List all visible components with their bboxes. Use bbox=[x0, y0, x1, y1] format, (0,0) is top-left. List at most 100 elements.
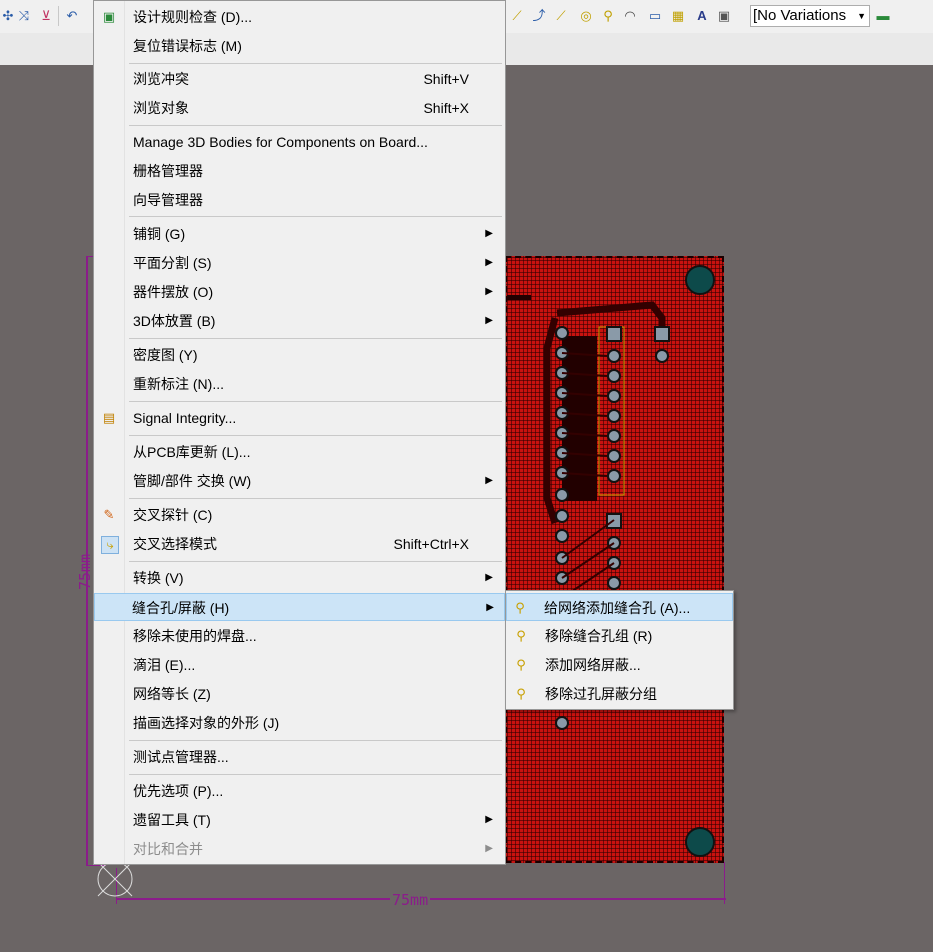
menu-item-equalize-net-lengths[interactable]: 网络等长 (Z) bbox=[96, 680, 503, 708]
undo-icon[interactable]: ↶ bbox=[64, 8, 80, 24]
menu-item-manage-3d-bodies[interactable]: Manage 3D Bodies for Components on Board… bbox=[96, 128, 503, 156]
menu-item-label: 遗留工具 (T) bbox=[133, 812, 211, 828]
fill-icon[interactable]: ▭ bbox=[647, 8, 663, 24]
submenu-arrow-icon: ▶ bbox=[485, 475, 493, 486]
menu-item-reset-error-markers[interactable]: 复位错误标志 (M) bbox=[96, 32, 503, 60]
menu-item-label: 栅格管理器 bbox=[133, 163, 203, 179]
menu-item-component-placement[interactable]: 器件摆放 (O) ▶ bbox=[96, 278, 503, 306]
menu-item-shortcut: Shift+Ctrl+X bbox=[393, 536, 469, 552]
pcb-board[interactable] bbox=[505, 256, 724, 863]
menu-item-label: 3D体放置 (B) bbox=[133, 313, 216, 329]
variations-dropdown[interactable]: [No Variations ▼ bbox=[750, 5, 870, 27]
submenu-item-add-stitching-to-net[interactable]: ⚲ 给网络添加缝合孔 (A)... bbox=[506, 593, 733, 621]
menu-item-label: 给网络添加缝合孔 (A)... bbox=[544, 600, 691, 616]
pad-icon[interactable]: ◎ bbox=[578, 8, 594, 24]
menu-item-label: 浏览冲突 bbox=[133, 71, 189, 87]
menu-item-outline-selected-objects[interactable]: 描画选择对象的外形 (J) bbox=[96, 709, 503, 737]
via-icon[interactable]: ⚲ bbox=[600, 8, 616, 24]
menu-item-via-stitching-shielding[interactable]: 缝合孔/屏蔽 (H) ▶ bbox=[94, 593, 505, 621]
menu-separator bbox=[129, 338, 502, 339]
menu-item-pin-part-swapping[interactable]: 管脚/部件 交换 (W) ▶ bbox=[96, 467, 503, 495]
menu-item-label: 重新标注 (N)... bbox=[133, 376, 224, 392]
menu-item-density-map[interactable]: 密度图 (Y) bbox=[96, 341, 503, 369]
menu-separator bbox=[129, 216, 502, 217]
menu-separator bbox=[129, 498, 502, 499]
menu-item-split-planes[interactable]: 平面分割 (S) ▶ bbox=[96, 249, 503, 277]
menu-item-label: Signal Integrity... bbox=[133, 410, 237, 426]
menu-item-guide-manager[interactable]: 向导管理器 bbox=[96, 186, 503, 214]
signal-integrity-icon: ▤ bbox=[102, 410, 116, 425]
menu-item-grid-manager[interactable]: 栅格管理器 bbox=[96, 157, 503, 185]
deselect-icon[interactable]: ⤨ bbox=[16, 8, 32, 24]
menu-item-legacy-tools[interactable]: 遗留工具 (T) ▶ bbox=[96, 806, 503, 834]
menu-separator bbox=[129, 125, 502, 126]
menu-separator bbox=[129, 63, 502, 64]
polygon-icon[interactable]: ▦ bbox=[670, 8, 686, 24]
menu-separator bbox=[129, 561, 502, 562]
via-stitching-submenu: ⚲ 给网络添加缝合孔 (A)... ⚲ 移除缝合孔组 (R) ⚲ 添加网络屏蔽.… bbox=[505, 590, 734, 710]
via-pin-icon: ⚲ bbox=[516, 686, 526, 701]
menu-item-label: 优先选项 (P)... bbox=[133, 783, 224, 799]
menu-item-label: 对比和合并 bbox=[133, 841, 203, 857]
menu-item-remove-unused-pads[interactable]: 移除未使用的焊盘... bbox=[96, 622, 503, 650]
menu-item-preferences[interactable]: 优先选项 (P)... bbox=[96, 777, 503, 805]
clear-filter-icon[interactable]: ⊻ bbox=[38, 8, 54, 24]
menu-item-label: Manage 3D Bodies for Components on Board… bbox=[133, 134, 428, 150]
menu-item-label: 移除过孔屏蔽分组 bbox=[545, 686, 657, 702]
menu-item-label: 描画选择对象的外形 (J) bbox=[133, 715, 280, 731]
via-pin-icon: ⚲ bbox=[516, 628, 526, 643]
submenu-arrow-icon: ▶ bbox=[485, 286, 493, 297]
dimension-vertical-label: 75mm bbox=[76, 553, 94, 590]
menu-item-update-from-pcb-library[interactable]: 从PCB库更新 (L)... bbox=[96, 438, 503, 466]
menu-item-testpoint-manager[interactable]: 测试点管理器... bbox=[96, 743, 503, 771]
menu-item-label: 器件摆放 (O) bbox=[133, 284, 214, 300]
submenu-item-remove-via-shielding-group[interactable]: ⚲ 移除过孔屏蔽分组 bbox=[508, 680, 731, 708]
submenu-arrow-icon: ▶ bbox=[485, 814, 493, 825]
chevron-down-icon: ▼ bbox=[857, 11, 866, 21]
menu-item-cross-probe[interactable]: ✎ 交叉探针 (C) bbox=[96, 501, 503, 529]
dimension-horizontal-label: 75mm bbox=[390, 891, 431, 909]
tools-menu: ▣ 设计规则检查 (D)... 复位错误标志 (M) 浏览冲突 Shift+V … bbox=[93, 0, 506, 865]
submenu-arrow-icon: ▶ bbox=[485, 257, 493, 268]
route-icon[interactable]: ⟋ bbox=[509, 8, 525, 24]
menu-item-label: 管脚/部件 交换 (W) bbox=[133, 473, 252, 489]
menu-item-convert[interactable]: 转换 (V) ▶ bbox=[96, 564, 503, 592]
submenu-item-add-net-shielding[interactable]: ⚲ 添加网络屏蔽... bbox=[508, 651, 731, 679]
menu-item-label: 转换 (V) bbox=[133, 570, 184, 586]
variations-label: [No Variations bbox=[753, 7, 847, 24]
cross-select-icon: ⤷ bbox=[101, 536, 119, 554]
menu-item-drc[interactable]: ▣ 设计规则检查 (D)... bbox=[96, 3, 503, 31]
menu-item-label: 滴泪 (E)... bbox=[133, 657, 196, 673]
menu-item-label: 网络等长 (Z) bbox=[133, 686, 211, 702]
menu-item-re-annotate[interactable]: 重新标注 (N)... bbox=[96, 370, 503, 398]
menu-item-browse-objects[interactable]: 浏览对象 Shift+X bbox=[96, 94, 503, 122]
menu-item-browse-violations[interactable]: 浏览冲突 Shift+V bbox=[96, 65, 503, 93]
cross-probe-icon: ✎ bbox=[103, 507, 115, 522]
submenu-item-remove-stitching-group[interactable]: ⚲ 移除缝合孔组 (R) bbox=[508, 622, 731, 650]
submenu-arrow-icon: ▶ bbox=[485, 843, 493, 854]
pcb-artwork bbox=[507, 265, 715, 857]
menu-item-polygon-pours[interactable]: 铺铜 (G) ▶ bbox=[96, 220, 503, 248]
menu-item-3d-body-placement[interactable]: 3D体放置 (B) ▶ bbox=[96, 307, 503, 335]
menu-separator bbox=[129, 401, 502, 402]
cross-arrows-icon[interactable]: ✣ bbox=[0, 8, 16, 24]
submenu-arrow-icon: ▶ bbox=[485, 315, 493, 326]
dimension-extension-right bbox=[724, 862, 725, 904]
via-pin-icon: ⚲ bbox=[515, 600, 525, 615]
component-icon[interactable]: ▣ bbox=[716, 8, 732, 24]
menu-item-cross-select-mode[interactable]: ⤷ 交叉选择模式 Shift+Ctrl+X bbox=[96, 530, 503, 558]
menu-item-teardrops[interactable]: 滴泪 (E)... bbox=[96, 651, 503, 679]
diff-pair-icon[interactable]: ⤴ bbox=[531, 8, 547, 24]
interactive-route-icon[interactable]: ⟋ bbox=[553, 8, 569, 24]
menu-item-signal-integrity[interactable]: ▤ Signal Integrity... bbox=[96, 404, 503, 432]
menu-item-label: 设计规则检查 (D)... bbox=[133, 9, 252, 25]
menu-item-label: 交叉选择模式 bbox=[133, 536, 217, 552]
arc-icon[interactable]: ◠ bbox=[622, 8, 638, 24]
menu-item-compare-and-merge[interactable]: 对比和合并 ▶ bbox=[96, 835, 503, 863]
string-icon[interactable]: A bbox=[694, 8, 710, 24]
board-icon[interactable]: ▬ bbox=[875, 8, 891, 24]
menu-item-label: 缝合孔/屏蔽 (H) bbox=[132, 600, 230, 616]
via-pin-icon: ⚲ bbox=[516, 657, 526, 672]
toolbar-separator bbox=[58, 6, 59, 26]
menu-item-label: 铺铜 (G) bbox=[133, 226, 186, 242]
